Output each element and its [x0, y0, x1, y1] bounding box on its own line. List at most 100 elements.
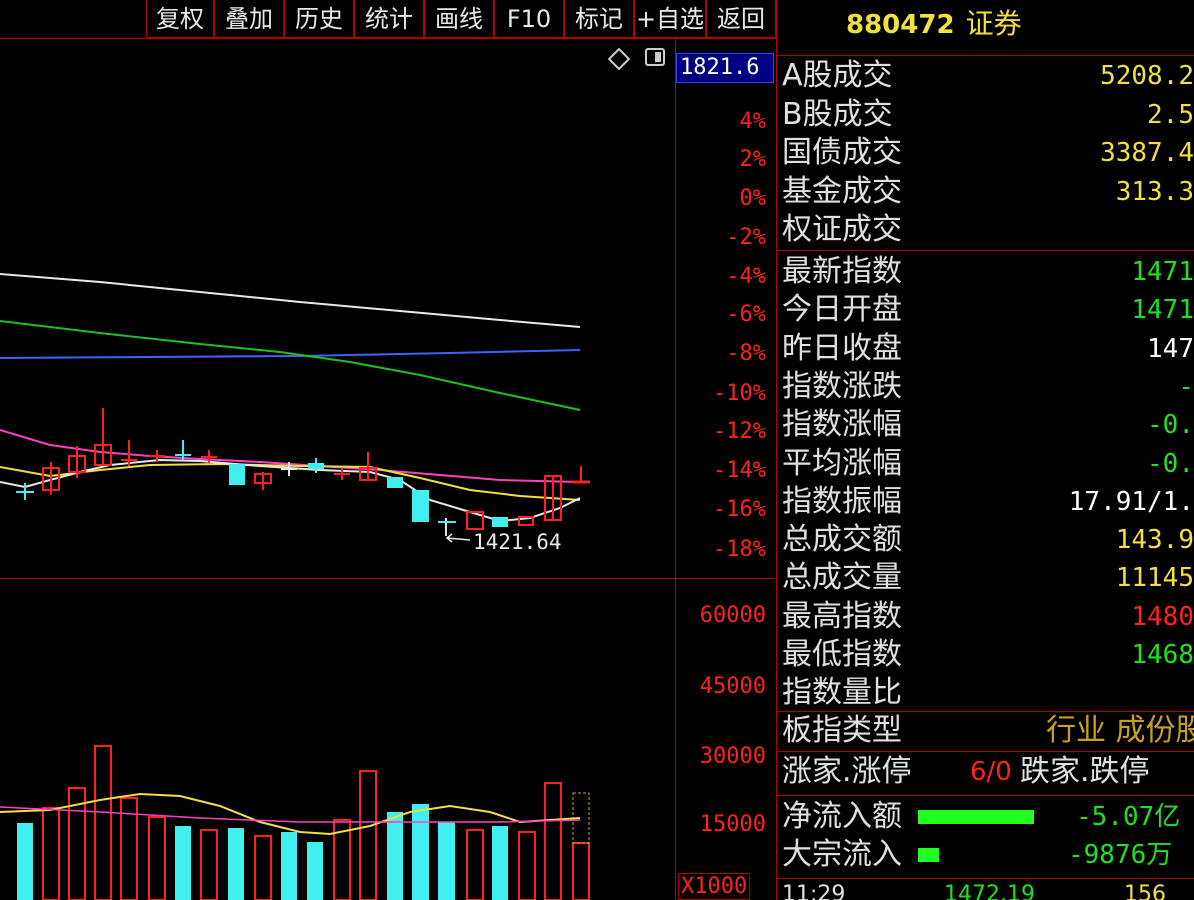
toolbar-button-5[interactable]: F10: [494, 0, 564, 38]
volume-tick-label: 60000: [699, 603, 766, 628]
info-row: 指数涨跌 -: [780, 368, 1194, 406]
info-label: 今日开盘: [782, 292, 902, 328]
percent-tick-label: 2%: [739, 147, 767, 172]
volume-tick-label: 45000: [699, 674, 766, 699]
toolbar-button-2[interactable]: 历史: [284, 0, 354, 38]
rise-fall-row: 涨家.涨停 6/0 跌家.跌停: [782, 754, 1150, 789]
info-row: 昨日收盘 147: [780, 330, 1194, 368]
info-value: 11145: [1115, 563, 1194, 594]
netflow-value: -5.07亿: [1076, 802, 1181, 832]
info-row: 总成交额 143.9: [780, 521, 1194, 559]
percent-tick-label: -4%: [726, 264, 766, 289]
percent-tick-label: -18%: [713, 537, 766, 562]
kline-chart[interactable]: [0, 38, 675, 900]
info-label: 指数涨幅: [782, 407, 902, 443]
ma-white-long: [0, 273, 581, 328]
info-divider-4: [776, 795, 1194, 796]
axis-divider: [675, 38, 676, 900]
info-label: 总成交量: [782, 560, 902, 596]
info-row: 指数振幅 17.91/1.: [780, 483, 1194, 521]
info-value: -0.: [1147, 410, 1194, 441]
tick-row: 11:29 1472.19 156: [780, 882, 1194, 900]
info-label: 最低指数: [782, 637, 902, 672]
info-label: 国债成交: [782, 135, 902, 170]
info-row: 最高指数 1480: [780, 598, 1194, 636]
info-divider-5: [776, 878, 1194, 879]
info-label: 总成交额: [782, 522, 902, 558]
percent-tick-label: -12%: [713, 419, 766, 444]
percent-tick-label: -2%: [726, 225, 766, 250]
info-row: 最新指数 1471: [780, 253, 1194, 291]
current-price-box: 1821.6: [676, 53, 774, 83]
info-row: 今日开盘 1471: [780, 291, 1194, 329]
info-value: 1471: [1131, 257, 1194, 287]
info-label: 权证成交: [782, 212, 902, 247]
info-label: 最新指数: [782, 254, 902, 289]
info-label: B股成交: [782, 96, 893, 132]
info-row: 指数涨幅 -0.: [780, 406, 1194, 444]
low-price-annotation: 1421.64: [473, 530, 562, 554]
info-divider-1: [776, 250, 1194, 251]
info-top-divider: [776, 55, 1194, 56]
candles: [16, 408, 590, 536]
volume-bars: [17, 745, 590, 900]
toolbar-button-7[interactable]: +自选: [634, 0, 706, 38]
toolbar-button-0[interactable]: 复权: [146, 0, 214, 38]
tick-volume: 156: [1124, 882, 1166, 900]
percent-tick-label: 0%: [739, 186, 767, 211]
security-code: 880472: [846, 10, 955, 40]
netflow-bar: [918, 810, 1034, 824]
block-flow-value: -9876万: [1068, 840, 1173, 870]
toolbar-button-6[interactable]: 标记: [564, 0, 634, 38]
toolbar-button-1[interactable]: 叠加: [214, 0, 284, 38]
info-row: A股成交 5208.2: [780, 57, 1194, 95]
panel-divider: [776, 0, 777, 900]
percent-tick-label: -16%: [713, 497, 766, 522]
info-value: 1471: [1131, 295, 1194, 326]
info-row: B股成交 2.5: [780, 96, 1194, 134]
percent-tick-label: -10%: [713, 381, 766, 406]
tick-time: 11:29: [782, 882, 846, 900]
info-label: 平均涨幅: [782, 445, 902, 481]
security-header: 880472 证券: [846, 4, 1022, 44]
percent-tick-label: -14%: [713, 458, 766, 483]
info-value: -: [1178, 371, 1194, 402]
vol-ma-magenta: [0, 806, 581, 823]
info-value: 147: [1147, 333, 1194, 364]
info-label: 昨日收盘: [782, 330, 902, 366]
info-row: 平均涨幅 -0.: [780, 445, 1194, 483]
info-row: 最低指数 1468: [780, 636, 1194, 674]
percent-tick-label: -6%: [726, 302, 766, 327]
toolbar-button-4[interactable]: 画线: [424, 0, 494, 38]
info-value: 143.9: [1115, 525, 1194, 556]
info-value: 5208.2: [1100, 61, 1194, 91]
info-value: 3387.4: [1100, 138, 1194, 168]
info-label: 基金成交: [782, 173, 902, 209]
volume-unit-label: X1000: [678, 873, 751, 900]
info-value: 17.91/1.: [1068, 486, 1194, 517]
board-type-row: 板指类型 行业 成份股: [780, 712, 1194, 750]
info-row: 指数量比: [780, 674, 1194, 712]
toolbar-button-3[interactable]: 统计: [354, 0, 424, 38]
fall-label: 跌家.跌停: [1020, 754, 1150, 789]
info-value: 313.3: [1115, 176, 1194, 207]
netflow-row: 净流入额 -5.07亿: [782, 799, 1181, 834]
tick-price: 1472.19: [944, 882, 1035, 900]
info-row: 国债成交 3387.4: [780, 134, 1194, 172]
info-value: 1480: [1131, 601, 1194, 632]
info-row: 基金成交 313.3: [780, 173, 1194, 211]
toolbar-button-8[interactable]: 返回: [706, 0, 776, 38]
block-flow-bar: [918, 848, 939, 862]
volume-tick-label: 30000: [699, 744, 766, 769]
info-label: 最高指数: [782, 598, 902, 634]
info-divider-3: [776, 751, 1194, 752]
board-type-value: 行业 成份股: [1046, 713, 1194, 748]
info-row: 权证成交: [780, 211, 1194, 249]
low-arrow: [446, 537, 471, 541]
ma-green: [0, 320, 581, 411]
percent-tick-label: -8%: [726, 341, 766, 366]
info-row: 总成交量 11145: [780, 559, 1194, 597]
info-label: 指数量比: [782, 675, 902, 711]
rise-value: 6/0: [970, 757, 1012, 787]
info-label: 指数涨跌: [782, 368, 902, 404]
